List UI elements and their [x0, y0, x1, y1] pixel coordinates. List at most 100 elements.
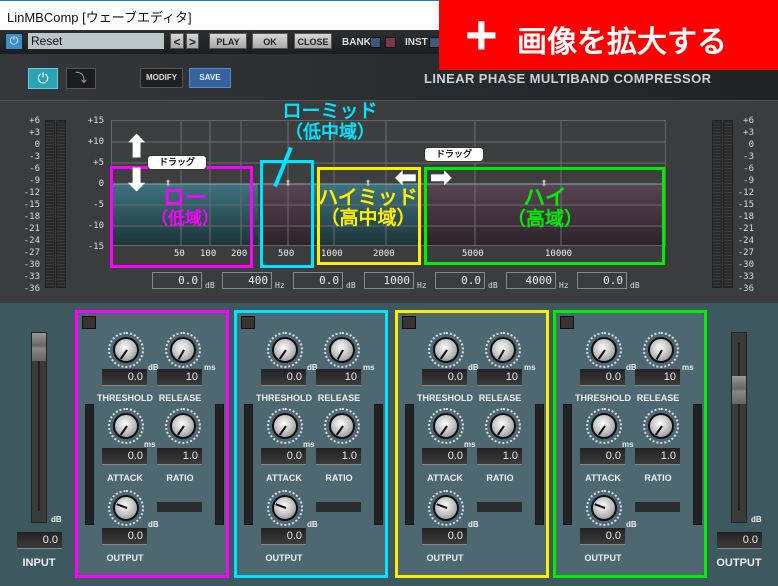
band-enable-button[interactable] — [241, 316, 255, 329]
release-value[interactable]: 10 — [477, 369, 522, 386]
attack-knob[interactable] — [586, 408, 622, 444]
left-meter-scale-tick: -18 — [23, 212, 40, 222]
threshold-knob[interactable] — [586, 332, 622, 368]
ratio-value[interactable]: 1.0 — [477, 448, 522, 465]
attack-knob[interactable] — [428, 408, 464, 444]
output-value[interactable]: 0.0 — [261, 528, 306, 545]
enlarge-image-banner[interactable]: + 画像を拡大する — [439, 0, 778, 70]
left-meter-scale-tick: -27 — [23, 248, 40, 258]
band-enable-button[interactable] — [82, 316, 96, 329]
attack-knob[interactable] — [267, 408, 303, 444]
arrow-right-icon: ➡ — [430, 162, 452, 192]
window-title: LinMBComp [ウェーブエディタ] — [7, 10, 192, 25]
output-value[interactable]: 0.0 — [717, 532, 762, 549]
release-unit: ms — [524, 363, 536, 372]
threshold-knob[interactable] — [108, 332, 144, 368]
close-button[interactable]: CLOSE — [294, 33, 332, 49]
low-label: ロー （低域） — [151, 185, 219, 229]
band-gain-field[interactable]: 0.0 — [435, 272, 485, 289]
prev-preset-button[interactable]: < — [170, 33, 184, 49]
output-label: OUTPUT — [426, 553, 464, 563]
save-button[interactable]: SAVE — [189, 68, 231, 88]
threshold-value[interactable]: 0.0 — [102, 369, 147, 386]
output-value[interactable]: 0.0 — [422, 528, 467, 545]
ratio-knob[interactable] — [165, 408, 201, 444]
output-value[interactable]: 0.0 — [580, 528, 625, 545]
next-preset-button[interactable]: > — [186, 33, 199, 49]
bank-red-button[interactable] — [385, 37, 396, 48]
release-value[interactable]: 10 — [157, 369, 202, 386]
threshold-knob[interactable] — [267, 332, 303, 368]
left-meter-scale-tick: -36 — [23, 284, 40, 294]
db-tick: 0 — [98, 179, 104, 189]
input-slider[interactable] — [31, 332, 47, 523]
crossover-frequency-field[interactable]: 4000 — [506, 272, 556, 289]
output-knob[interactable] — [586, 490, 622, 526]
output-knob[interactable] — [428, 490, 464, 526]
output-knob[interactable] — [267, 490, 303, 526]
preset-field[interactable]: Reset — [28, 33, 164, 49]
output-unit: dB — [626, 520, 637, 529]
release-unit: ms — [682, 363, 694, 372]
arrow-down-icon: ⬇ — [124, 164, 150, 197]
release-unit: ms — [363, 363, 375, 372]
crossover-frequency-field[interactable]: 400 — [222, 272, 272, 289]
bypass-power-button[interactable]: ⏻ — [28, 68, 58, 89]
attack-label: ATTACK — [266, 473, 302, 483]
bank-blue-button[interactable] — [370, 37, 381, 48]
left-meter-scale-tick: -24 — [23, 236, 40, 246]
attack-value[interactable]: 0.0 — [102, 448, 147, 465]
modify-button[interactable]: MODIFY — [140, 68, 183, 88]
arrow-left-icon: ⬅ — [395, 162, 417, 192]
output-label: OUTPUT — [584, 553, 622, 563]
output-knob[interactable] — [108, 490, 144, 526]
attack-value[interactable]: 0.0 — [422, 448, 467, 465]
output-slider[interactable] — [731, 332, 747, 523]
release-value[interactable]: 10 — [635, 369, 680, 386]
release-knob[interactable] — [485, 332, 521, 368]
drag-hint-horizontal: ドラッグ — [424, 147, 484, 162]
release-knob[interactable] — [165, 332, 201, 368]
power-button[interactable]: ⏻ — [5, 33, 23, 50]
output-slider-handle[interactable] — [732, 376, 746, 404]
ratio-value[interactable]: 1.0 — [316, 448, 361, 465]
band-enable-button[interactable] — [560, 316, 574, 329]
route-button[interactable]: ⤵ — [66, 68, 96, 89]
left-meter-scale-tick: -9 — [29, 176, 40, 186]
band-solo-indicator — [635, 502, 680, 512]
input-slider-handle[interactable] — [32, 333, 46, 361]
attack-value[interactable]: 0.0 — [580, 448, 625, 465]
band-gain-field[interactable]: 0.0 — [293, 272, 343, 289]
input-value[interactable]: 0.0 — [17, 532, 62, 549]
left-meter-scale-tick: 0 — [34, 140, 40, 150]
ratio-value[interactable]: 1.0 — [635, 448, 680, 465]
play-button[interactable]: PLAY — [209, 33, 247, 49]
plus-icon: + — [465, 3, 498, 66]
threshold-value[interactable]: 0.0 — [422, 369, 467, 386]
attack-value[interactable]: 0.0 — [261, 448, 306, 465]
band-gain-field[interactable]: 0.0 — [577, 272, 627, 289]
ok-button[interactable]: OK — [252, 33, 288, 49]
release-value[interactable]: 10 — [316, 369, 361, 386]
attack-knob[interactable] — [108, 408, 144, 444]
db-tick: +5 — [93, 158, 104, 168]
threshold-value[interactable]: 0.0 — [261, 369, 306, 386]
left-meter-scale-tick: -21 — [23, 224, 40, 234]
left-meter-scale-tick: -30 — [23, 260, 40, 270]
release-knob[interactable] — [643, 332, 679, 368]
ratio-value[interactable]: 1.0 — [157, 448, 202, 465]
left-meter-scale-tick: -12 — [23, 188, 40, 198]
ratio-knob[interactable] — [485, 408, 521, 444]
band-enable-button[interactable] — [402, 316, 416, 329]
threshold-knob[interactable] — [428, 332, 464, 368]
threshold-value[interactable]: 0.0 — [580, 369, 625, 386]
band-panel-lowmid: dB ms 0.0 10 THRESHOLD RELEASE ms 0.0 1.… — [234, 310, 388, 578]
output-value[interactable]: 0.0 — [102, 528, 147, 545]
band-gain-field[interactable]: 0.0 — [152, 272, 202, 289]
ratio-knob[interactable] — [324, 408, 360, 444]
output-unit: dB — [307, 520, 318, 529]
ratio-knob[interactable] — [643, 408, 679, 444]
release-knob[interactable] — [324, 332, 360, 368]
input-meter-left — [45, 120, 55, 288]
crossover-frequency-field[interactable]: 1000 — [364, 272, 414, 289]
